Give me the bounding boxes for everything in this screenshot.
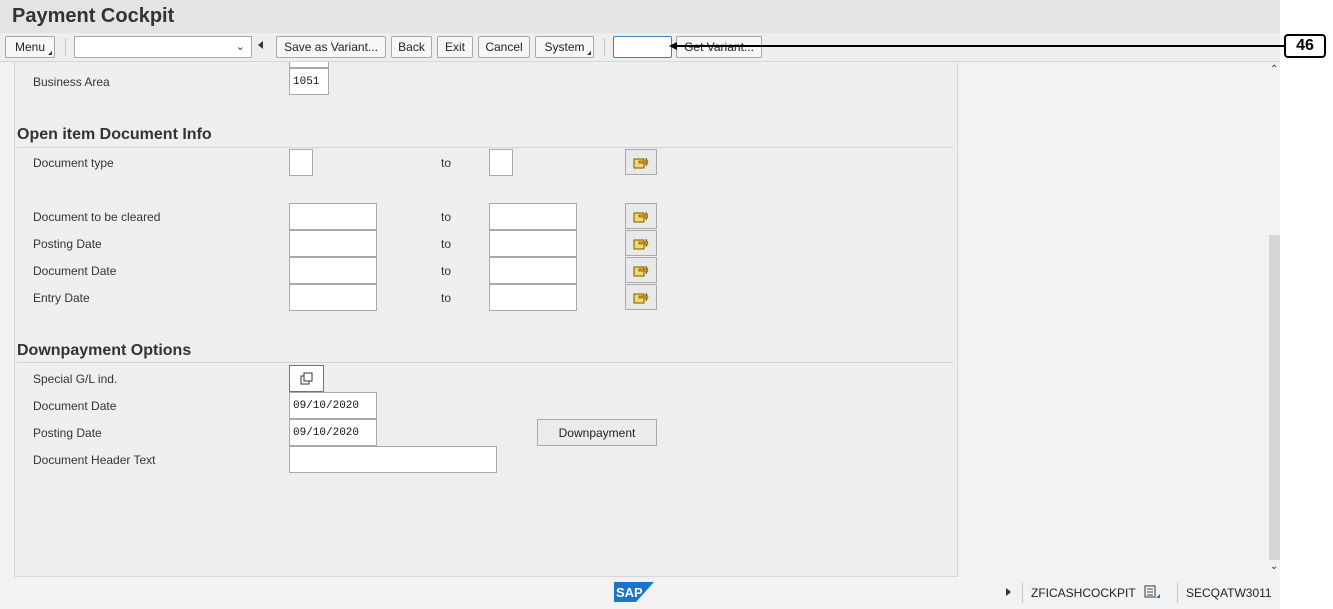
toolbar-separator bbox=[604, 38, 605, 56]
back-button[interactable]: Back bbox=[391, 36, 432, 58]
special-gl-label: Special G/L ind. bbox=[33, 372, 118, 386]
system-button[interactable]: System bbox=[535, 36, 594, 58]
execute-label: Execute bbox=[620, 40, 665, 54]
open-item-section-title: Open item Document Info bbox=[17, 126, 212, 143]
downpayment-document-date-label: Document Date bbox=[33, 399, 117, 413]
business-area-label: Business Area bbox=[33, 75, 110, 89]
special-gl-input[interactable] bbox=[289, 365, 324, 392]
system-id: SECQATW3011 bbox=[1186, 586, 1272, 600]
multiple-selection-button[interactable] bbox=[625, 257, 657, 283]
document-type-to-input[interactable] bbox=[489, 149, 513, 176]
transaction-code: ZFICASHCOCKPIT bbox=[1031, 586, 1136, 600]
to-label: to bbox=[441, 291, 452, 305]
system-label: System bbox=[544, 40, 585, 54]
multiple-selection-icon bbox=[633, 157, 649, 169]
exit-label: Exit bbox=[444, 40, 465, 54]
chevron-down-icon: ⌄ bbox=[235, 41, 245, 53]
document-date-from-input[interactable] bbox=[289, 257, 377, 284]
to-label: to bbox=[441, 264, 452, 278]
system-info-icon[interactable] bbox=[1144, 585, 1160, 599]
multiple-selection-icon bbox=[633, 211, 649, 223]
status-separator bbox=[1177, 583, 1178, 603]
section-divider bbox=[17, 147, 953, 148]
scroll-down-icon[interactable]: ⌄ bbox=[1270, 561, 1278, 572]
entry-date-to-input[interactable] bbox=[489, 284, 577, 311]
callout-number-badge: 46 bbox=[1284, 34, 1326, 58]
multiple-selection-icon bbox=[633, 238, 649, 250]
command-field-dropdown[interactable]: ⌄ bbox=[74, 36, 252, 58]
posting-date-from-input[interactable] bbox=[289, 230, 377, 257]
get-variant-button[interactable]: Get Variant... bbox=[676, 36, 762, 58]
toolbar-separator bbox=[65, 38, 66, 56]
multiple-selection-icon bbox=[633, 292, 649, 304]
section-divider bbox=[17, 362, 953, 363]
to-label: to bbox=[441, 156, 452, 170]
cancel-button[interactable]: Cancel bbox=[478, 36, 530, 58]
scrollbar-thumb[interactable] bbox=[1269, 235, 1280, 560]
entry-date-label: Entry Date bbox=[33, 291, 90, 305]
multiple-selection-icon bbox=[633, 265, 649, 277]
status-expand-icon[interactable] bbox=[1006, 588, 1011, 596]
value-help-icon[interactable] bbox=[300, 372, 314, 385]
business-area-input[interactable]: 1051 bbox=[289, 68, 329, 95]
posting-date-label: Posting Date bbox=[33, 237, 102, 251]
dropdown-corner-icon bbox=[587, 51, 591, 55]
dropdown-corner-icon bbox=[48, 51, 52, 55]
document-to-be-cleared-to-input[interactable] bbox=[489, 203, 577, 230]
multiple-selection-button[interactable] bbox=[625, 149, 657, 175]
save-as-variant-button[interactable]: Save as Variant... bbox=[276, 36, 386, 58]
multiple-selection-button[interactable] bbox=[625, 284, 657, 310]
collapse-arrow-icon[interactable] bbox=[258, 41, 263, 49]
document-header-text-label: Document Header Text bbox=[33, 453, 156, 467]
document-date-to-input[interactable] bbox=[489, 257, 577, 284]
cancel-label: Cancel bbox=[485, 40, 523, 54]
callout-line bbox=[672, 45, 1284, 47]
document-date-label: Document Date bbox=[33, 264, 117, 278]
to-label: to bbox=[441, 210, 452, 224]
document-header-text-input[interactable] bbox=[289, 446, 497, 473]
document-type-from-input[interactable] bbox=[289, 149, 313, 176]
toolbar: Menu ⌄ Save as Variant... Back Exit Canc… bbox=[0, 33, 1280, 62]
downpayment-document-date-input[interactable]: 09/10/2020 bbox=[289, 392, 377, 419]
downpayment-section-title: Downpayment Options bbox=[17, 342, 192, 359]
entry-date-from-input[interactable] bbox=[289, 284, 377, 311]
execute-button[interactable]: Execute bbox=[613, 36, 672, 58]
status-separator bbox=[1022, 583, 1023, 603]
document-to-be-cleared-from-input[interactable] bbox=[289, 203, 377, 230]
to-label: to bbox=[441, 237, 452, 251]
exit-button[interactable]: Exit bbox=[437, 36, 473, 58]
document-to-be-cleared-label: Document to be cleared bbox=[33, 210, 161, 224]
posting-date-to-input[interactable] bbox=[489, 230, 577, 257]
title-bar: Payment Cockpit bbox=[0, 0, 1280, 33]
callout-arrow-icon bbox=[669, 42, 677, 50]
back-label: Back bbox=[398, 40, 425, 54]
downpayment-posting-date-input[interactable]: 09/10/2020 bbox=[289, 419, 377, 446]
get-variant-label: Get Variant... bbox=[684, 40, 754, 54]
multiple-selection-button[interactable] bbox=[625, 230, 657, 256]
menu-label: Menu bbox=[14, 40, 46, 54]
sap-logo: SAP bbox=[614, 582, 654, 602]
sap-window: Payment Cockpit Menu ⌄ Save as Variant..… bbox=[0, 0, 1280, 609]
downpayment-posting-date-label: Posting Date bbox=[33, 426, 102, 440]
menu-button[interactable]: Menu bbox=[5, 36, 55, 58]
page-title: Payment Cockpit bbox=[12, 5, 175, 27]
scroll-up-icon[interactable]: ⌃ bbox=[1270, 64, 1278, 75]
downpayment-button[interactable]: Downpayment bbox=[537, 419, 657, 446]
save-as-variant-label: Save as Variant... bbox=[284, 40, 378, 54]
multiple-selection-button[interactable] bbox=[625, 203, 657, 229]
document-type-label: Document type bbox=[33, 156, 114, 170]
svg-text:SAP: SAP bbox=[616, 585, 643, 600]
